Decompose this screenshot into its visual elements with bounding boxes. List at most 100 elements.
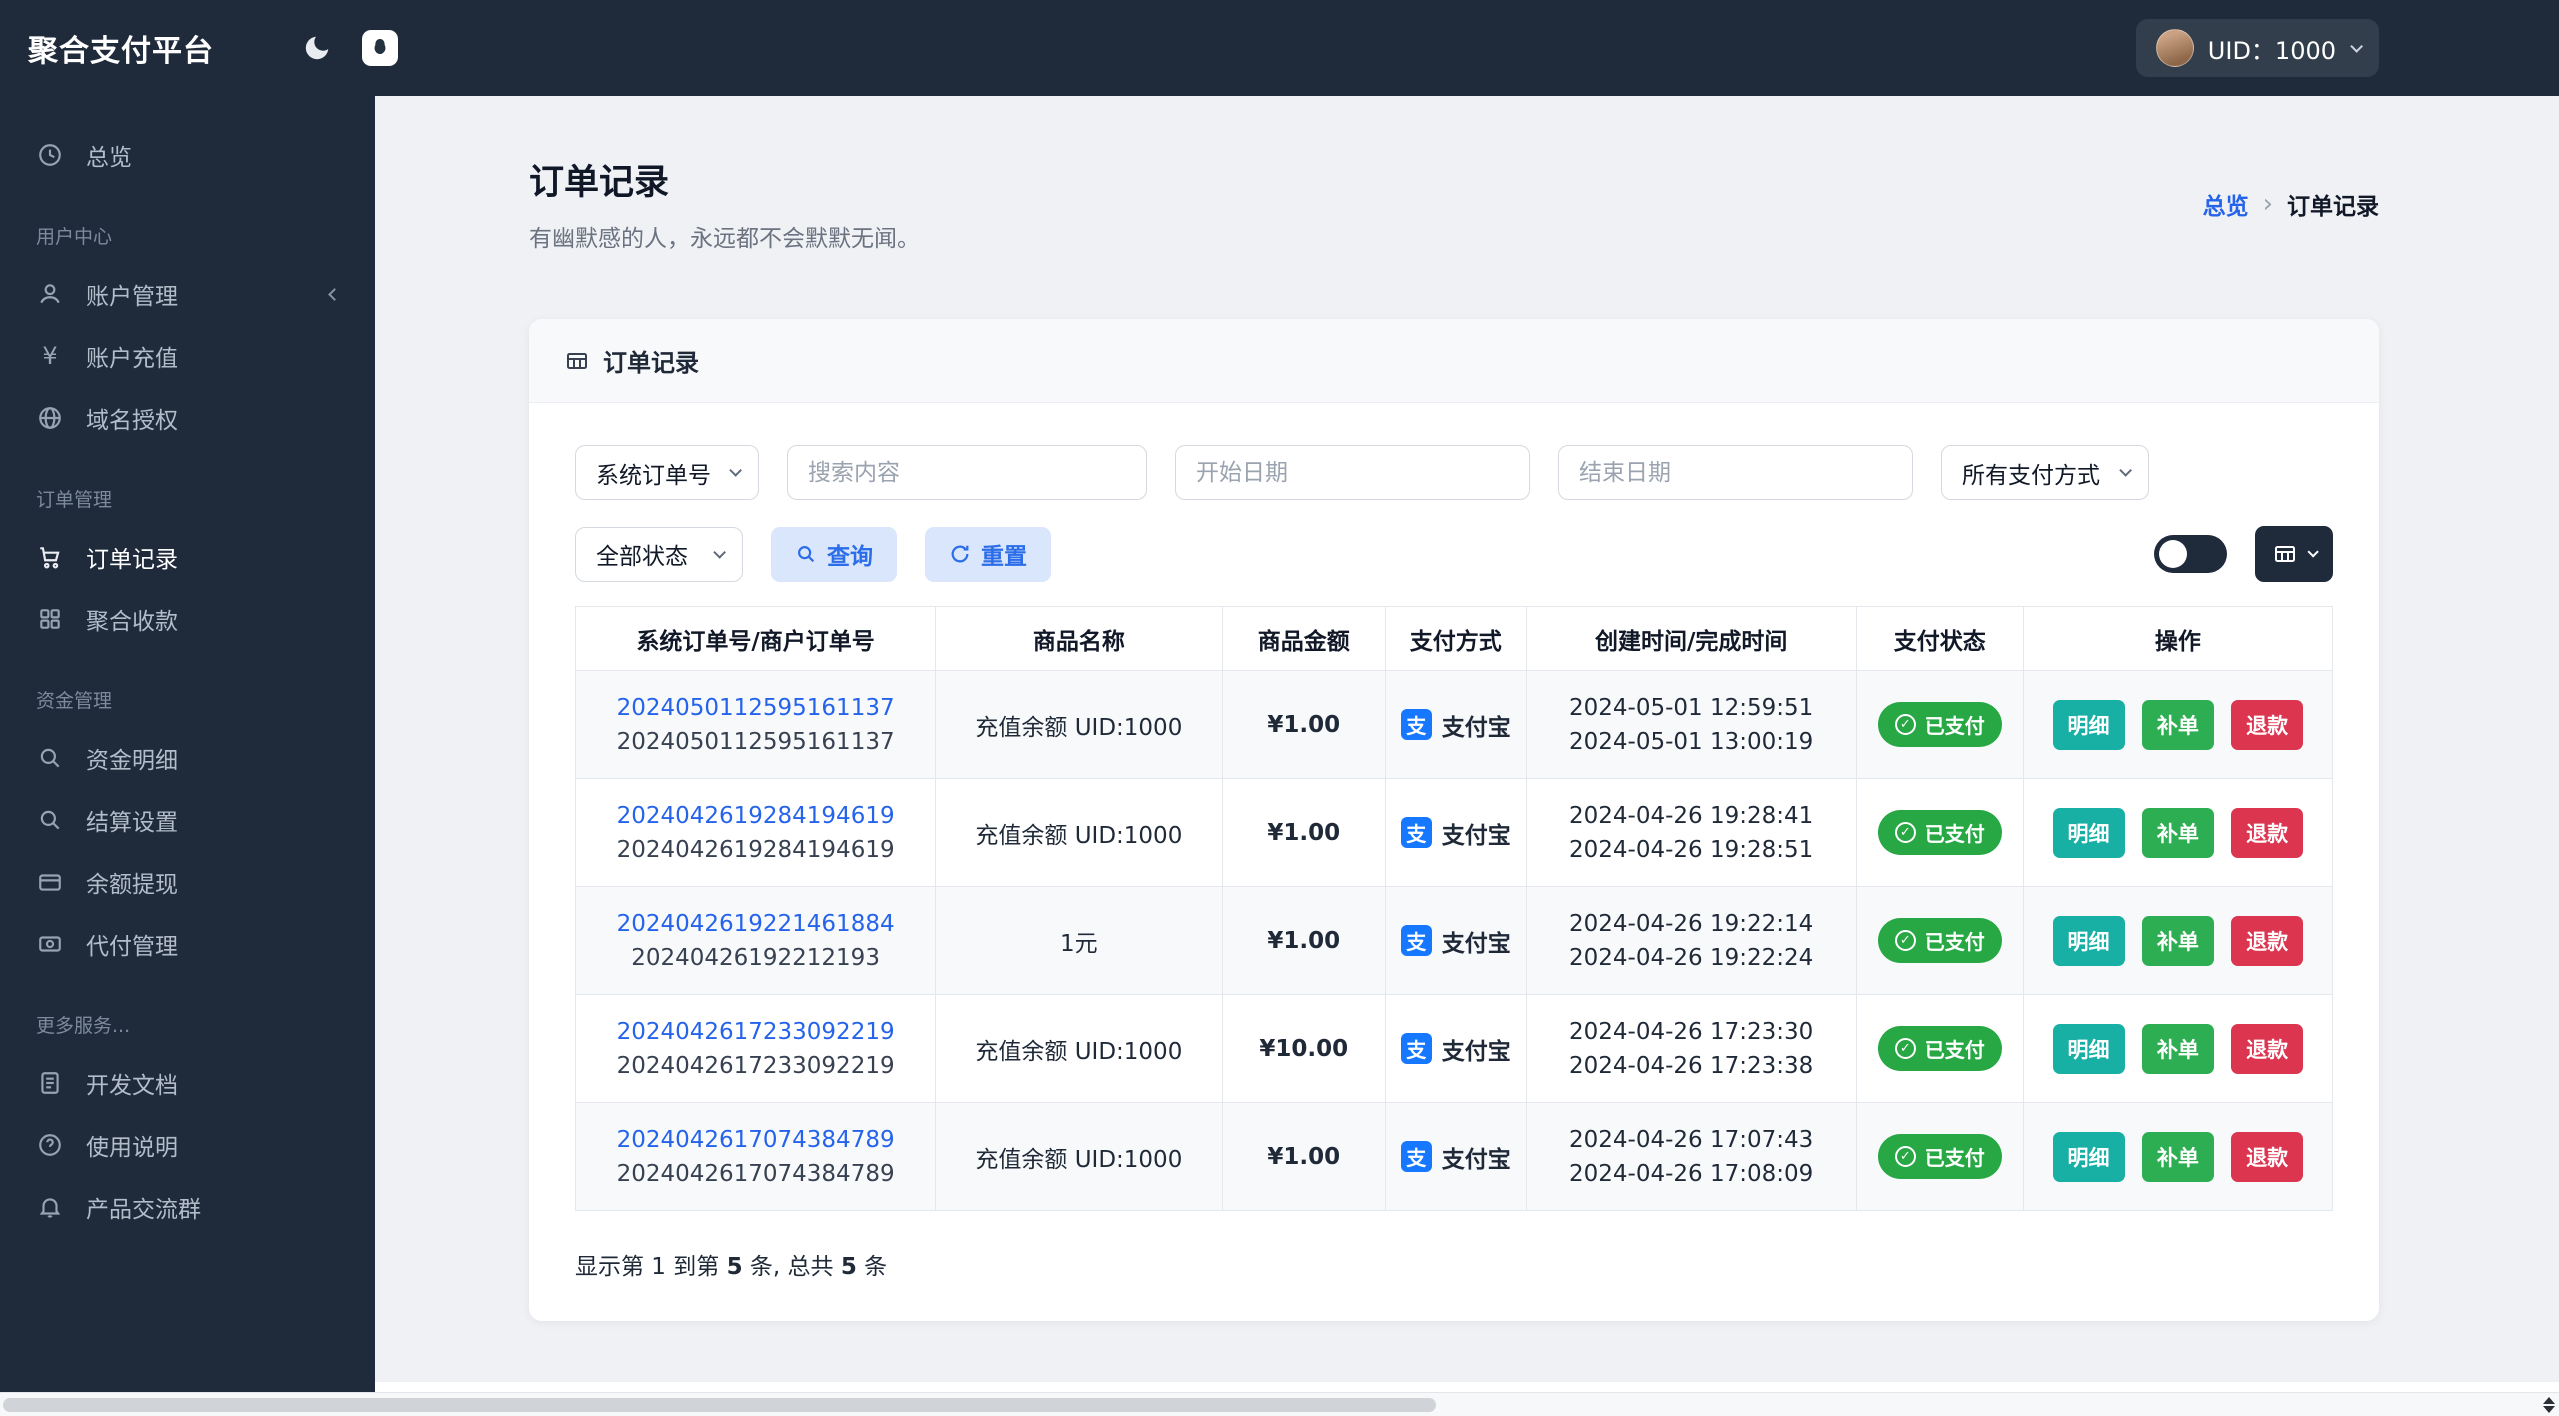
sidebar-item-label: 聚合收款 xyxy=(86,609,178,635)
sidebar-item-aggregate-collect[interactable]: 聚合收款 xyxy=(0,588,375,650)
sidebar-item-account-recharge[interactable]: ¥ 账户充值 xyxy=(0,325,375,387)
contact-icon xyxy=(362,30,398,66)
query-button-label: 查询 xyxy=(827,544,873,570)
sidebar-item-settlement[interactable]: 结算设置 xyxy=(0,789,375,851)
horizontal-scrollbar[interactable] xyxy=(0,1392,2559,1416)
refund-button[interactable]: 退款 xyxy=(2231,807,2304,858)
pay-method: 支支付宝 xyxy=(1400,924,1511,958)
status-label: 已支付 xyxy=(1924,714,1985,738)
check-icon: ✓ xyxy=(1894,1146,1916,1167)
dashboard-icon xyxy=(36,142,64,168)
chevron-left-icon xyxy=(328,287,341,301)
scrollbar-arrows[interactable] xyxy=(2543,1393,2555,1416)
sidebar-item-usage-guide[interactable]: 使用说明 xyxy=(0,1114,375,1176)
query-button[interactable]: 查询 xyxy=(771,526,897,582)
detail-button[interactable]: 明细 xyxy=(2052,807,2125,858)
col-header: 创建时间/完成时间 xyxy=(1525,606,1857,671)
table-icon xyxy=(2273,542,2297,566)
grid-icon xyxy=(36,606,64,632)
yen-icon: ¥ xyxy=(42,342,58,370)
start-date-input[interactable] xyxy=(1175,445,1530,500)
summary-count: 5 xyxy=(726,1254,743,1280)
sidebar-item-label: 代付管理 xyxy=(86,934,178,960)
chevron-down-icon xyxy=(713,545,726,559)
sidebar-item-account-manage[interactable]: 账户管理 xyxy=(0,263,375,325)
reissue-button[interactable]: 补单 xyxy=(2141,699,2214,750)
pay-method-select[interactable]: 所有支付方式 xyxy=(1941,445,2149,500)
status-badge: ✓ 已支付 xyxy=(1877,702,2002,747)
refund-button[interactable]: 退款 xyxy=(2231,1023,2304,1074)
page-title: 订单记录 xyxy=(529,163,670,203)
sidebar-item-payout-manage[interactable]: 代付管理 xyxy=(0,913,375,975)
system-order-link[interactable]: 2024042617233092219 xyxy=(586,1019,925,1045)
refund-button[interactable]: 退款 xyxy=(2231,699,2304,750)
document-icon xyxy=(36,1070,64,1096)
sidebar-item-dev-docs[interactable]: 开发文档 xyxy=(0,1052,375,1114)
dark-mode-button[interactable] xyxy=(302,33,332,63)
reset-button[interactable]: 重置 xyxy=(925,526,1051,582)
sidebar-item-label: 订单记录 xyxy=(86,547,178,573)
contact-button[interactable] xyxy=(362,30,398,66)
sidebar-item-label: 使用说明 xyxy=(86,1135,178,1161)
order-type-select[interactable]: 系统订单号 xyxy=(575,445,759,500)
search-input[interactable] xyxy=(787,445,1147,500)
pay-method-label: 支付宝 xyxy=(1441,822,1511,849)
system-order-link[interactable]: 2024042619284194619 xyxy=(586,803,925,829)
product-name: 1元 xyxy=(935,886,1223,995)
merchant-order-no: 2024050112595161137 xyxy=(616,728,895,755)
reissue-button[interactable]: 补单 xyxy=(2141,1131,2214,1182)
status-badge: ✓ 已支付 xyxy=(1877,810,2002,855)
columns-dropdown-button[interactable] xyxy=(2255,526,2333,582)
detail-button[interactable]: 明细 xyxy=(2052,1023,2125,1074)
sidebar-item-product-group[interactable]: 产品交流群 xyxy=(0,1176,375,1238)
status-badge: ✓ 已支付 xyxy=(1877,1026,2002,1071)
bell-icon xyxy=(36,1194,64,1220)
reissue-button[interactable]: 补单 xyxy=(2141,915,2214,966)
user-menu[interactable]: UID：1000 xyxy=(2135,19,2379,77)
sidebar-item-balance-withdraw[interactable]: 余额提现 xyxy=(0,851,375,913)
topbar: 聚合支付平台 UID：1000 xyxy=(0,0,2559,96)
sidebar-item-overview[interactable]: 总览 xyxy=(0,124,375,186)
scrollbar-thumb[interactable] xyxy=(3,1398,1437,1412)
reissue-button[interactable]: 补单 xyxy=(2141,1023,2214,1074)
sidebar-item-fund-details[interactable]: 资金明细 xyxy=(0,727,375,789)
created-time: 2024-04-26 17:07:43 xyxy=(1569,1126,1814,1153)
status-label: 已支付 xyxy=(1924,1146,1985,1170)
table-icon xyxy=(565,349,589,373)
finished-time: 2024-04-26 17:23:38 xyxy=(1569,1052,1814,1079)
user-icon xyxy=(36,281,64,307)
sidebar-item-order-records[interactable]: 订单记录 xyxy=(0,526,375,588)
col-header: 支付状态 xyxy=(1855,606,2024,671)
detail-button[interactable]: 明细 xyxy=(2052,915,2125,966)
detail-button[interactable]: 明细 xyxy=(2052,699,2125,750)
col-header: 商品金额 xyxy=(1221,606,1386,671)
check-icon: ✓ xyxy=(1894,930,1916,951)
alipay-icon: 支 xyxy=(1400,817,1432,848)
finished-time: 2024-04-26 17:08:09 xyxy=(1569,1160,1814,1187)
detail-button[interactable]: 明细 xyxy=(2052,1131,2125,1182)
system-order-link[interactable]: 2024050112595161137 xyxy=(586,695,925,721)
refund-button[interactable]: 退款 xyxy=(2231,1131,2304,1182)
sidebar-item-label: 账户管理 xyxy=(86,284,178,310)
reset-button-label: 重置 xyxy=(981,544,1027,570)
chevron-down-icon xyxy=(729,464,742,477)
sidebar-section-heading: 更多服务... xyxy=(36,1015,131,1037)
breadcrumb-separator: › xyxy=(2262,188,2273,219)
chevron-down-icon xyxy=(2119,464,2132,477)
table-row: 2024042617074384789 2024042617074384789 … xyxy=(574,1102,2334,1211)
main-content: 订单记录 有幽默感的人，永远都不会默默无闻。 总览 › 订单记录 订单记录 系统… xyxy=(375,96,2559,1382)
visibility-toggle[interactable] xyxy=(2154,535,2227,573)
sidebar-section-heading: 用户中心 xyxy=(36,226,113,248)
search-icon xyxy=(36,745,64,771)
summary-text: 条, 总共 xyxy=(742,1254,841,1280)
system-order-link[interactable]: 2024042617074384789 xyxy=(586,1127,925,1153)
status-select[interactable]: 全部状态 xyxy=(575,526,743,582)
reissue-button[interactable]: 补单 xyxy=(2141,807,2214,858)
refresh-icon xyxy=(949,543,971,565)
breadcrumb-home[interactable]: 总览 xyxy=(2203,187,2249,221)
end-date-input[interactable] xyxy=(1558,445,1913,500)
sidebar-item-domain-auth[interactable]: 域名授权 xyxy=(0,387,375,449)
system-order-link[interactable]: 2024042619221461884 xyxy=(586,911,925,937)
check-icon: ✓ xyxy=(1894,714,1916,735)
refund-button[interactable]: 退款 xyxy=(2231,915,2304,966)
